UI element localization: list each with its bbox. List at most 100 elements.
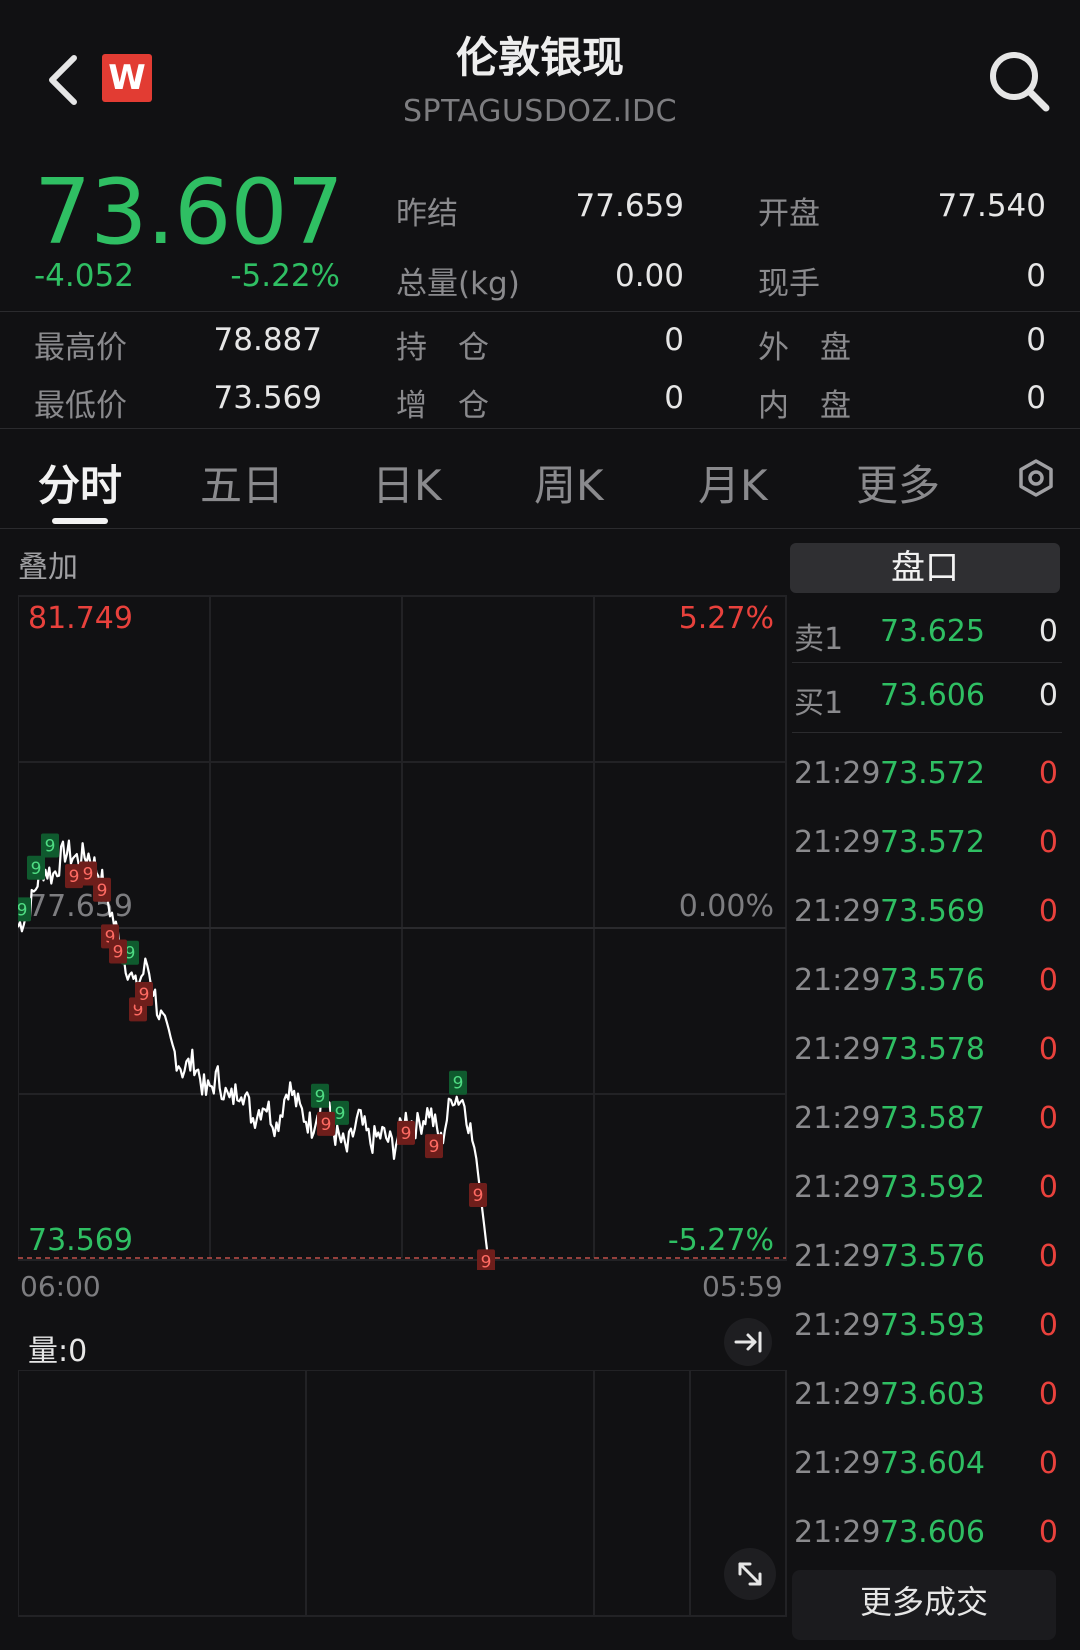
expand-panel-button[interactable] xyxy=(724,1318,772,1366)
trade-qty: 0 xyxy=(1038,825,1058,860)
active-tab-indicator xyxy=(52,518,108,524)
field-label: 外 盘 xyxy=(758,330,851,366)
symbol-code: SPTAGUSDOZ.IDC xyxy=(402,94,678,129)
trade-time: 21:29 xyxy=(794,756,881,791)
axis-bottom-price: 73.569 xyxy=(28,1223,133,1258)
field-label: 开盘 xyxy=(758,196,820,232)
trade-price: 73.572 xyxy=(880,756,985,791)
intraday-chart[interactable]: 81.749 5.27% 77.659 0.00% 73.569 -5.27% … xyxy=(18,594,788,1270)
more-trades-button[interactable]: 更多成交 xyxy=(792,1570,1056,1640)
sell-signal-marker: 9 xyxy=(477,1249,495,1270)
sell-signal-marker: 9 xyxy=(109,939,127,964)
chart-settings-button[interactable] xyxy=(1016,458,1056,498)
axis-mid-price: 77.659 xyxy=(28,889,133,924)
trade-qty: 0 xyxy=(1038,1170,1058,1205)
search-icon xyxy=(990,52,1050,112)
divider xyxy=(0,428,1080,429)
trade-price: 73.576 xyxy=(880,1239,985,1274)
trade-time: 21:29 xyxy=(794,1308,881,1343)
trade-row: 21:29 73.572 0 xyxy=(792,756,1062,816)
field-value: 0.00 xyxy=(614,258,684,294)
axis-mid-percent: 0.00% xyxy=(679,889,774,924)
trade-price: 73.603 xyxy=(880,1377,985,1412)
trade-price: 73.578 xyxy=(880,1032,985,1067)
settings-hexagon-icon xyxy=(1019,459,1053,497)
trade-row: 21:29 73.587 0 xyxy=(792,1101,1062,1161)
trade-time: 21:29 xyxy=(794,1515,881,1550)
field-label: 昨结 xyxy=(396,196,458,232)
sell-signal-marker: 9 xyxy=(397,1120,415,1145)
field-value: 0 xyxy=(1026,322,1046,358)
svg-text:9: 9 xyxy=(97,881,108,901)
trade-price: 73.572 xyxy=(880,825,985,860)
time-axis-start: 06:00 xyxy=(20,1270,101,1303)
tab-more[interactable]: 更多 xyxy=(856,452,940,513)
field-label: 现手 xyxy=(758,266,820,302)
svg-text:9: 9 xyxy=(321,1115,332,1135)
svg-text:9: 9 xyxy=(31,859,42,879)
tab-weekly-k[interactable]: 周K xyxy=(534,452,604,513)
bid-row: 买1 73.606 0 xyxy=(792,678,1062,738)
trade-qty: 0 xyxy=(1038,963,1058,998)
trade-qty: 0 xyxy=(1038,1515,1058,1550)
svg-text:9: 9 xyxy=(18,900,27,920)
order-book-tab[interactable]: 盘口 xyxy=(790,543,1060,593)
trade-price: 73.604 xyxy=(880,1446,985,1481)
field-value: 0 xyxy=(664,322,684,358)
divider xyxy=(0,311,1080,312)
trade-row: 21:29 73.578 0 xyxy=(792,1032,1062,1092)
svg-text:9: 9 xyxy=(335,1104,346,1124)
svg-text:9: 9 xyxy=(429,1137,440,1157)
expand-diagonal-icon xyxy=(738,1562,762,1586)
trade-time: 21:29 xyxy=(794,825,881,860)
trade-row: 21:29 73.604 0 xyxy=(792,1446,1062,1506)
tab-daily-k[interactable]: 日K xyxy=(372,452,442,513)
trade-qty: 0 xyxy=(1038,1446,1058,1481)
trade-price: 73.606 xyxy=(880,1515,985,1550)
sell-signal-marker: 9 xyxy=(317,1111,335,1136)
price-change: -4.052 xyxy=(34,258,134,294)
tab-intraday[interactable]: 分时 xyxy=(38,452,122,513)
trade-time: 21:29 xyxy=(794,1377,881,1412)
sell-signal-marker: 9 xyxy=(425,1134,443,1159)
axis-top-price: 81.749 xyxy=(28,601,133,636)
page-title: 伦敦银现 xyxy=(455,33,624,82)
trade-time: 21:29 xyxy=(794,1170,881,1205)
volume-chart xyxy=(18,1370,787,1617)
svg-text:9: 9 xyxy=(83,865,94,885)
field-label: 内 盘 xyxy=(758,388,851,424)
buy-signal-marker: 9 xyxy=(27,855,45,880)
trade-row: 21:29 73.593 0 xyxy=(792,1308,1062,1368)
trade-price: 73.569 xyxy=(880,894,985,929)
tab-five-day[interactable]: 五日 xyxy=(200,452,284,513)
field-label: 增 仓 xyxy=(396,388,489,424)
trade-time: 21:29 xyxy=(794,1101,881,1136)
divider xyxy=(792,662,1062,663)
sell-signal-marker: 9 xyxy=(93,877,111,902)
svg-text:9: 9 xyxy=(113,942,124,962)
axis-bottom-percent: -5.27% xyxy=(668,1223,774,1258)
sell-signal-marker: 9 xyxy=(135,981,153,1006)
fullscreen-button[interactable] xyxy=(724,1548,776,1600)
back-button[interactable] xyxy=(40,50,90,110)
trade-time: 21:29 xyxy=(794,1239,881,1274)
trade-price: 73.576 xyxy=(880,963,985,998)
field-label: 持 仓 xyxy=(396,330,489,366)
price-change-percent: -5.22% xyxy=(230,258,340,294)
buy-signal-marker: 9 xyxy=(311,1083,329,1108)
tab-monthly-k[interactable]: 月K xyxy=(698,452,768,513)
trade-time: 21:29 xyxy=(794,1446,881,1481)
ask-label: 卖1 xyxy=(794,622,844,657)
divider xyxy=(0,528,1080,529)
ask-price: 73.625 xyxy=(880,614,985,649)
buy-signal-marker: 9 xyxy=(449,1070,467,1095)
overlay-button[interactable]: 叠加 xyxy=(18,542,78,586)
search-button[interactable] xyxy=(986,48,1052,114)
trade-qty: 0 xyxy=(1038,1377,1058,1412)
trade-qty: 0 xyxy=(1038,1101,1058,1136)
trade-price: 73.593 xyxy=(880,1308,985,1343)
trade-price: 73.587 xyxy=(880,1101,985,1136)
ask-row: 卖1 73.625 0 xyxy=(792,614,1062,674)
last-price: 73.607 xyxy=(34,160,344,265)
field-value: 73.569 xyxy=(213,380,322,416)
